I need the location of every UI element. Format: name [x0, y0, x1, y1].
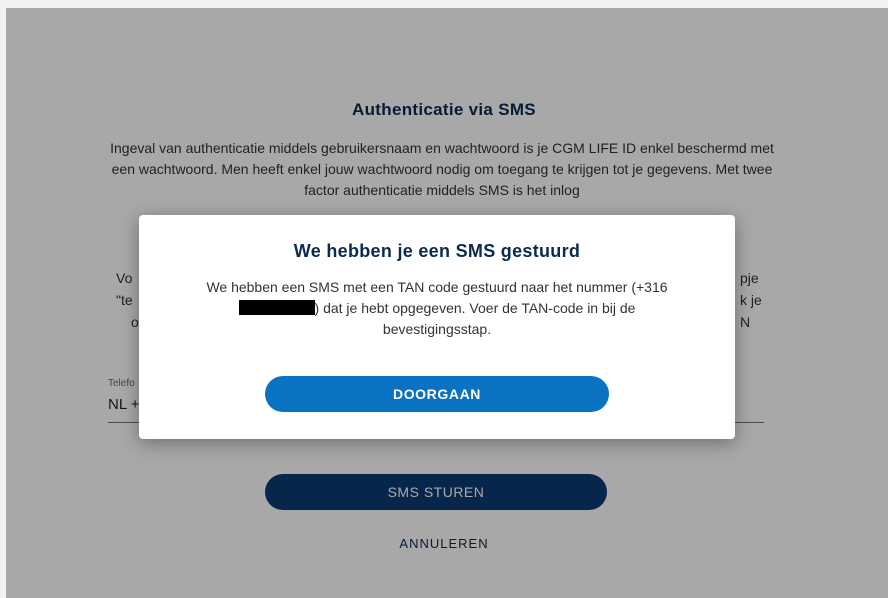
- continue-button[interactable]: DOORGAAN: [265, 376, 609, 412]
- dialog-message: We hebben een SMS met een TAN code gestu…: [183, 277, 691, 340]
- redacted-phone-number: [238, 300, 315, 315]
- dialog-message-start: We hebben een SMS met een TAN code gestu…: [206, 279, 668, 295]
- browser-viewport: Authenticatie via SMS Ingeval van authen…: [6, 8, 888, 598]
- dialog-title: We hebben je een SMS gestuurd: [293, 241, 581, 261]
- dialog-message-end: ) dat je hebt opgegeven. Voer de TAN-cod…: [314, 300, 636, 337]
- sms-sent-dialog: We hebben je een SMS gestuurd We hebben …: [139, 215, 735, 439]
